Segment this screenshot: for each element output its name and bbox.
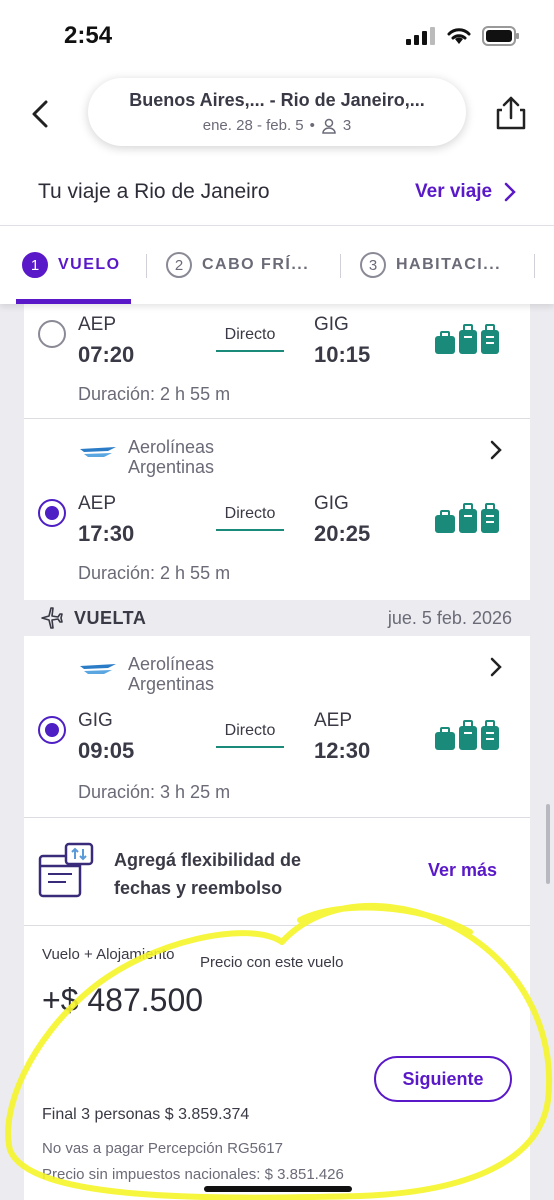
- flight-radio[interactable]: [38, 320, 66, 348]
- view-trip-link[interactable]: Ver viaje: [415, 181, 516, 203]
- airline-logo-icon: [80, 664, 116, 674]
- see-more-link[interactable]: Ver más: [428, 860, 497, 881]
- search-summary-pill[interactable]: Buenos Aires,... - Rio de Janeiro,... en…: [88, 78, 466, 146]
- flight-option[interactable]: Aerolíneas Argentinas GIG 09:05 Directo …: [24, 636, 530, 816]
- arrival-code: GIG: [314, 493, 349, 514]
- airline-logo-icon: [80, 447, 116, 457]
- route-details: ene. 28 - feb. 5 • 3: [88, 117, 466, 134]
- flight-duration: Duración: 2 h 55 m: [78, 563, 231, 583]
- final-price: Final 3 personas $ 3.859.374: [42, 1106, 250, 1123]
- flight-line: [216, 529, 284, 531]
- step-flight[interactable]: 1 VUELO: [22, 252, 121, 278]
- back-chevron-icon[interactable]: [26, 94, 56, 134]
- price-without-taxes: Precio sin impuestos nacionales: $ 3.851…: [42, 1166, 344, 1183]
- chevron-right-icon[interactable]: [488, 439, 504, 461]
- step-number: 2: [166, 252, 192, 278]
- luggage-icon: [435, 720, 499, 750]
- step-label: HABITACI...: [396, 256, 502, 273]
- price-section: Vuelo + Alojamiento Precio con este vuel…: [24, 926, 530, 1200]
- departure-time: 09:05: [78, 738, 135, 763]
- arrival-code: GIG: [314, 314, 349, 335]
- return-date: jue. 5 feb. 2026: [387, 608, 512, 628]
- price-amount: +$ 487.500: [42, 982, 204, 1018]
- step-divider: [534, 254, 535, 278]
- share-icon[interactable]: [494, 94, 528, 132]
- arrival-time: 12:30: [314, 738, 371, 763]
- step-divider: [146, 254, 147, 278]
- flexibility-line-2: fechas y reembolso: [114, 878, 283, 898]
- passenger-count: 3: [342, 117, 352, 134]
- step-label: VUELO: [58, 256, 121, 273]
- flexibility-text: Agregá flexibilidad de fechas y reembols…: [114, 846, 301, 902]
- steps-bar: 1 VUELO 2 CABO FRÍ... 3 HABITACI...: [0, 226, 554, 304]
- active-step-underline: [16, 299, 131, 304]
- departure-time: 07:20: [78, 342, 135, 367]
- step-number: 1: [22, 252, 48, 278]
- flight-option[interactable]: Aerolíneas Argentinas AEP 17:30 Directo …: [24, 419, 530, 599]
- flight-radio[interactable]: [38, 499, 66, 527]
- trip-row: Tu viaje a Rio de Janeiro Ver viaje: [0, 156, 554, 226]
- luggage-icon: [435, 324, 499, 354]
- departure-code: AEP: [78, 493, 117, 514]
- wifi-icon: [447, 28, 471, 44]
- arrival-time: 20:25: [314, 521, 371, 546]
- arrival-time: 10:15: [314, 342, 371, 367]
- view-trip-label: Ver viaje: [415, 181, 493, 202]
- tax-note: No vas a pagar Percepción RG5617: [42, 1140, 283, 1157]
- flight-duration: Duración: 2 h 55 m: [78, 384, 231, 404]
- flight-duration: Duración: 3 h 25 m: [78, 782, 231, 802]
- top-header: Buenos Aires,... - Rio de Janeiro,... en…: [0, 70, 554, 156]
- flexibility-upsell[interactable]: Agregá flexibilidad de fechas y reembols…: [24, 818, 530, 924]
- person-icon: [322, 118, 336, 134]
- step-room[interactable]: 3 HABITACI...: [360, 252, 501, 278]
- signal-icon: [406, 27, 435, 45]
- status-bar: 2:54: [0, 0, 554, 70]
- step-number: 3: [360, 252, 386, 278]
- flexibility-line-1: Agregá flexibilidad de: [114, 850, 302, 870]
- route-dates: ene. 28 - feb. 5: [202, 117, 304, 134]
- calendar-swap-icon: [38, 842, 94, 898]
- home-indicator: [204, 1186, 352, 1192]
- chevron-right-icon: [504, 182, 516, 202]
- flight-type: Directo: [224, 326, 276, 343]
- package-label: Vuelo + Alojamiento: [42, 946, 175, 963]
- plane-icon: [41, 607, 63, 629]
- step-cabo-frio[interactable]: 2 CABO FRÍ...: [166, 252, 309, 278]
- airline-name: Aerolíneas Argentinas: [128, 654, 215, 694]
- route-title: Buenos Aires,... - Rio de Janeiro,...: [129, 90, 425, 110]
- trip-title: Tu viaje a Rio de Janeiro: [38, 180, 270, 203]
- scrollbar[interactable]: [546, 804, 550, 884]
- airline-name: Aerolíneas Argentinas: [128, 437, 215, 477]
- flight-radio[interactable]: [38, 716, 66, 744]
- next-button[interactable]: Siguiente: [374, 1056, 512, 1102]
- flight-line: [216, 350, 284, 352]
- separator-dot: •: [309, 117, 315, 134]
- flight-type: Directo: [224, 722, 276, 739]
- departure-code: GIG: [78, 710, 113, 731]
- step-divider: [340, 254, 341, 278]
- step-label: CABO FRÍ...: [202, 256, 310, 273]
- flight-list: AEP 07:20 Directo GIG 10:15 Duración: 2 …: [24, 304, 530, 1200]
- status-time: 2:54: [64, 22, 113, 49]
- return-header: VUELTA jue. 5 feb. 2026: [24, 600, 530, 636]
- status-icons: [406, 26, 520, 46]
- luggage-icon: [435, 503, 499, 533]
- flight-option[interactable]: AEP 07:20 Directo GIG 10:15 Duración: 2 …: [24, 304, 530, 418]
- return-label: VUELTA: [74, 608, 147, 628]
- chevron-right-icon[interactable]: [488, 656, 504, 678]
- departure-time: 17:30: [78, 521, 135, 546]
- arrival-code: AEP: [314, 710, 353, 731]
- battery-icon: [482, 26, 519, 46]
- flight-type: Directo: [224, 505, 276, 522]
- flight-line: [216, 746, 284, 748]
- price-caption: Precio con este vuelo: [200, 954, 344, 971]
- departure-code: AEP: [78, 314, 117, 335]
